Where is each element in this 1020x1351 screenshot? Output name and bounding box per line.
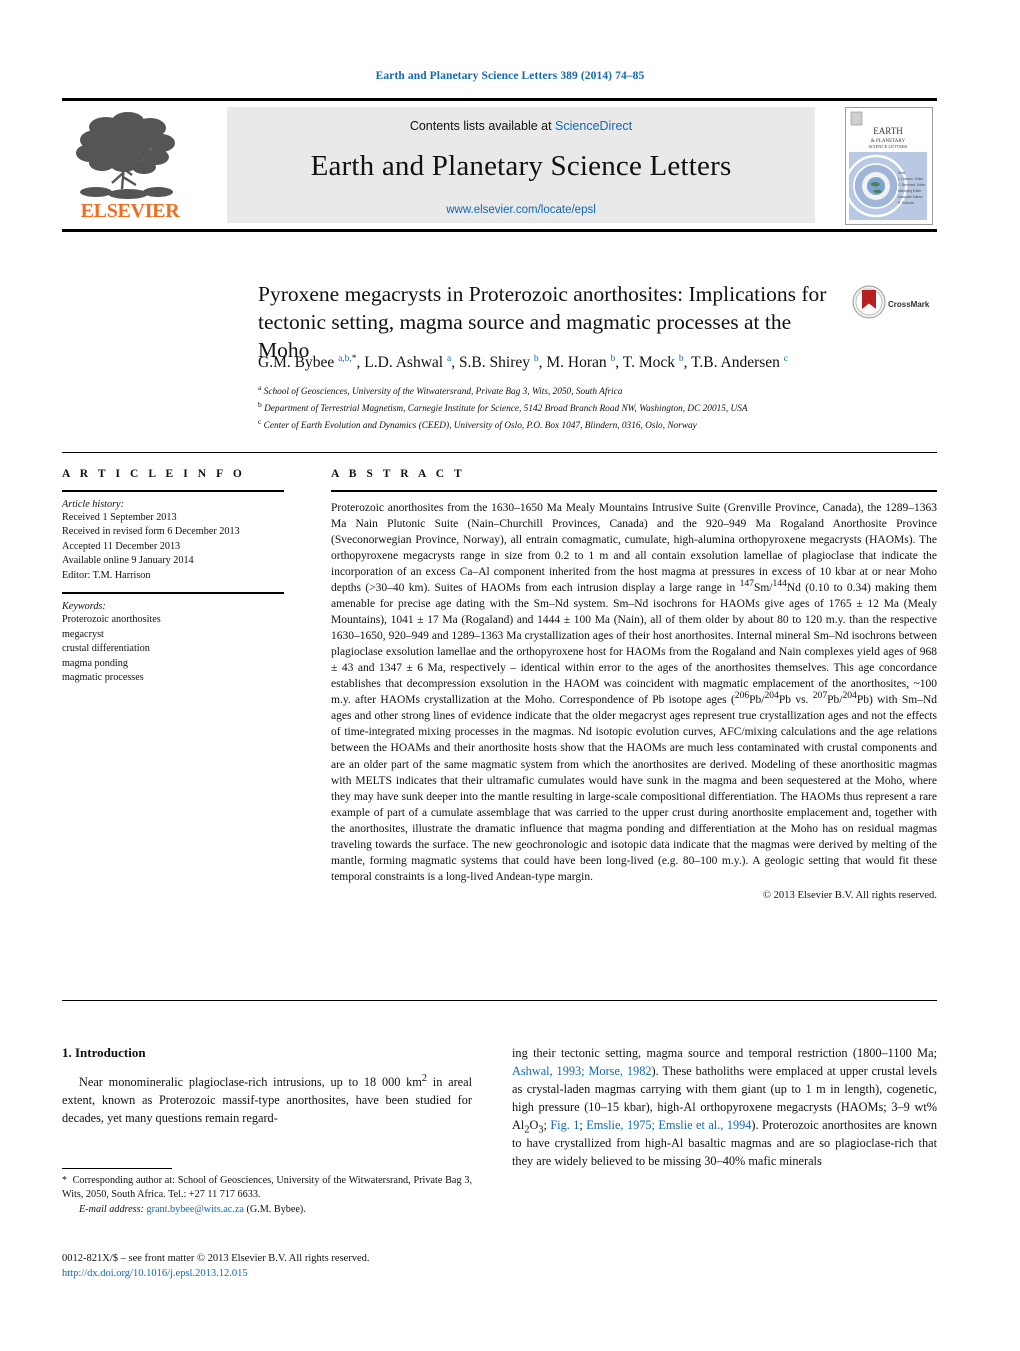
header-divider-rule (62, 452, 937, 453)
abstract-rule (331, 490, 937, 492)
running-head: Earth and Planetary Science Letters 389 … (375, 70, 645, 82)
affiliation-marker: a (258, 383, 262, 392)
article-history-item: Available online 9 January 2014 (62, 555, 194, 567)
footnote-divider-rule (62, 1168, 172, 1169)
paper-title-line-1: Pyroxene megacrysts in Proterozoic anort… (258, 282, 827, 306)
email-note: E-mail address: grant.bybee@wits.ac.za (… (62, 1203, 472, 1217)
keyword-item: crustal differentiation (62, 643, 150, 655)
keywords-rule (62, 592, 284, 595)
abstract-heading: A B S T R A C T (331, 468, 466, 480)
email-address-label: E-mail address: (79, 1203, 144, 1215)
svg-text:Managing Editor: Managing Editor (898, 189, 922, 193)
article-info-heading: A R T I C L E I N F O (62, 468, 246, 480)
affiliation-item: a School of Geosciences, University of t… (258, 382, 938, 399)
keyword-item: magma ponding (62, 657, 128, 669)
article-history-item: Received 1 September 2013 (62, 512, 177, 523)
corresponding-author-note: * Corresponding author at: School of Geo… (62, 1175, 472, 1201)
issn-copyright-line: 0012-821X/$ – see front matter © 2013 El… (62, 1253, 370, 1264)
crossmark-icon (852, 285, 886, 319)
affiliation-text: Center of Earth Evolution and Dynamics (… (263, 421, 697, 432)
affiliation-marker: b (258, 400, 262, 410)
affiliation-text: School of Geosciences, University of the… (263, 387, 623, 398)
email-owner-text: (G.M. Bybee). (246, 1203, 306, 1215)
introduction-left-column: 1. Introduction Near monomineralic plagi… (62, 1045, 472, 1128)
abstract-bottom-rule (62, 1000, 937, 1001)
imprint-block: 0012-821X/$ – see front matter © 2013 El… (62, 1251, 492, 1281)
affiliation-marker: c (258, 417, 262, 427)
article-history-item: Received in revised form 6 December 2013 (62, 526, 240, 538)
article-info-column: A R T I C L E I N F O Article history: R… (62, 468, 284, 695)
elsevier-wordmark: ELSEVIER (80, 200, 180, 222)
crossmark-badge[interactable]: CrossMark (852, 285, 938, 325)
article-history-title: Article history: (62, 499, 124, 510)
svg-text:Associate Editors: Associate Editors (898, 195, 923, 199)
affiliation-text: Department of Terrestrial Magnetism, Car… (264, 404, 748, 415)
abstract-column: A B S T R A C T Proterozoic anorthosites… (331, 468, 937, 901)
abstract-text: Proterozoic anorthosites from the 1630–1… (331, 502, 937, 883)
article-history-item: Accepted 11 December 2013 (62, 540, 181, 552)
keywords-group: Keywords: Proterozoic anorthosites megac… (62, 601, 284, 685)
abstract-copyright: © 2013 Elsevier B.V. All rights reserved… (762, 889, 937, 901)
affiliation-item: b Department of Terrestrial Magnetism, C… (258, 399, 938, 416)
svg-text:EARTH: EARTH (873, 126, 903, 136)
article-info-rule (62, 490, 284, 492)
masthead-banner: Contents lists available at ScienceDirec… (227, 107, 815, 223)
introduction-paragraph-right: ing their tectonic setting, magma source… (512, 1046, 937, 1168)
keyword-item: Proterozoic anorthosites (62, 614, 161, 626)
author-email-link[interactable]: grant.bybee@wits.ac.za (147, 1204, 244, 1215)
elsevier-tree-logo: ELSEVIER (66, 107, 194, 225)
affiliation-list: a School of Geosciences, University of t… (258, 382, 938, 434)
svg-text:L. Dawson, Editor: L. Dawson, Editor (898, 177, 924, 181)
affiliation-item: c Center of Earth Evolution and Dynamics… (258, 416, 938, 433)
journal-title: Earth and Planetary Science Letters (310, 150, 732, 182)
keyword-item: magmatic processes (62, 672, 144, 684)
svg-text:C. Bernhard, Editor: C. Bernhard, Editor (898, 183, 926, 187)
keyword-item: megacryst (62, 628, 104, 640)
journal-article-page: Earth and Planetary Science Letters 389 … (0, 0, 1020, 1351)
crossmark-label: CrossMark (888, 300, 930, 309)
svg-text:SCIENCE LETTERS: SCIENCE LETTERS (868, 144, 908, 149)
doi-link[interactable]: http://dx.doi.org/10.1016/j.epsl.2013.12… (62, 1268, 248, 1279)
contents-prefix-text: Contents lists available at (409, 119, 556, 133)
sciencedirect-link[interactable]: ScienceDirect (555, 119, 632, 133)
journal-cover-thumbnail: EARTH & PLANETARY SCIENCE LETTERS Aims L… (845, 107, 933, 225)
introduction-right-column: ing their tectonic setting, magma source… (512, 1045, 937, 1171)
svg-text:Aims: Aims (898, 171, 905, 175)
svg-text:R. Kalvoda: R. Kalvoda (898, 201, 914, 205)
article-history-item: Editor: T.M. Harrison (62, 569, 151, 581)
footnote-area: * Corresponding author at: School of Geo… (62, 1168, 472, 1217)
journal-homepage-url[interactable]: www.elsevier.com/locate/epsl (227, 204, 815, 216)
keywords-title: Keywords: (62, 601, 106, 613)
contents-available-line: Contents lists available at ScienceDirec… (227, 107, 815, 133)
journal-masthead: ELSEVIER Contents lists available at Sci… (62, 98, 937, 232)
introduction-paragraph-left: Near monomineralic plagioclase-rich intr… (62, 1072, 472, 1125)
section-heading-introduction: 1. Introduction (62, 1045, 146, 1060)
author-list: G.M. Bybee a,b,*, L.D. Ashwal a, S.B. Sh… (258, 353, 788, 371)
article-history-group: Article history: Received 1 September 20… (62, 499, 284, 583)
